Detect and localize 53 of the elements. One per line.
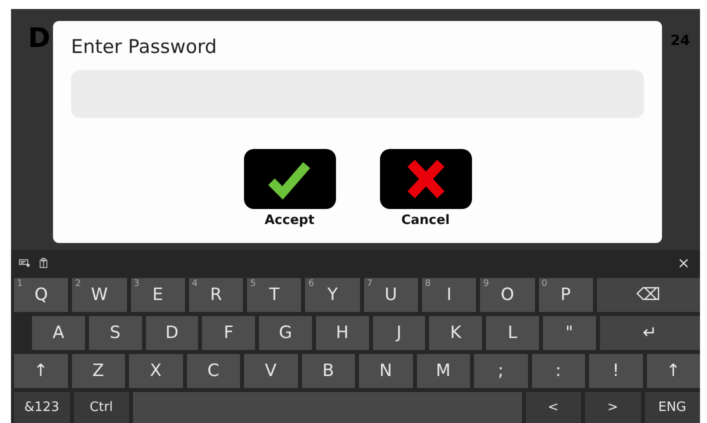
key-hint: 1 [17, 279, 23, 289]
keyboard-key[interactable]: ↵ [600, 316, 700, 350]
keyboard-key[interactable]: M [416, 354, 470, 388]
keyboard-key[interactable]: Z [72, 354, 125, 388]
keyboard-key[interactable]: N [359, 354, 412, 388]
key-hint: 8 [424, 279, 431, 289]
keyboard-key[interactable]: G [259, 316, 312, 350]
keyboard-key[interactable]: S [88, 316, 142, 350]
keyboard-key[interactable]: &123 [14, 392, 70, 423]
keyboard-key[interactable]: ↑ [14, 354, 68, 388]
keyboard-key[interactable]: E 3 [130, 278, 185, 312]
keyboard-key[interactable]: ⌫ [596, 278, 700, 312]
key-hint: 9 [483, 279, 489, 289]
clipboard-icon[interactable] [38, 258, 49, 268]
keyboard-key[interactable]: V [244, 354, 298, 388]
keyboard-key[interactable]: F [202, 316, 256, 350]
keyboard-settings-icon[interactable] [19, 258, 30, 268]
keyboard-key[interactable]: ; [474, 354, 528, 388]
keyboard-key[interactable]: C [186, 354, 240, 388]
keyboard-key[interactable]: P 0 [538, 278, 593, 312]
dialog-title: Enter Password [71, 35, 218, 59]
keyboard-key[interactable]: W 2 [72, 278, 127, 312]
keyboard-key[interactable]: ENG [644, 392, 700, 423]
keyboard-key[interactable]: ↑ [646, 354, 700, 388]
key-hint: 4 [192, 279, 198, 289]
keyboard-key[interactable]: Q 1 [14, 278, 68, 312]
keyboard-key[interactable]: H [316, 316, 369, 350]
keyboard-key[interactable]: U 7 [364, 278, 418, 312]
keyboard-key[interactable]: O 9 [480, 278, 535, 312]
close-keyboard-button[interactable]: × [675, 254, 692, 272]
keyboard-key[interactable]: B [302, 354, 355, 388]
keyboard-key[interactable]: : [532, 354, 585, 388]
key-hint: 3 [134, 279, 140, 289]
keyboard-key[interactable]: D [146, 316, 198, 350]
key-hint: 0 [542, 279, 548, 289]
keyboard-key[interactable]: " [542, 316, 596, 350]
keyboard-key[interactable]: Ctrl [74, 392, 129, 423]
keyboard-key[interactable]: Y 6 [305, 278, 360, 312]
keyboard-key[interactable]: J [372, 316, 426, 350]
keyboard-key[interactable]: X [129, 354, 182, 388]
keyboard-key[interactable]: T 5 [247, 278, 302, 312]
keyboard-key[interactable]: A [32, 316, 85, 350]
key-hint: 6 [308, 279, 314, 289]
keyboard-key[interactable]: L [486, 316, 539, 350]
keyboard-key[interactable]: > [585, 392, 640, 423]
keyboard-key[interactable]: < [526, 392, 581, 423]
key-hint: 5 [250, 279, 256, 289]
key-hint: 7 [366, 279, 372, 289]
key-hint: 2 [75, 279, 82, 289]
keyboard-key[interactable]: K [429, 316, 482, 350]
keyboard-key[interactable]: I 8 [422, 278, 476, 312]
keyboard-key[interactable]: R 4 [188, 278, 244, 312]
keyboard-key[interactable]: ! [589, 354, 642, 388]
